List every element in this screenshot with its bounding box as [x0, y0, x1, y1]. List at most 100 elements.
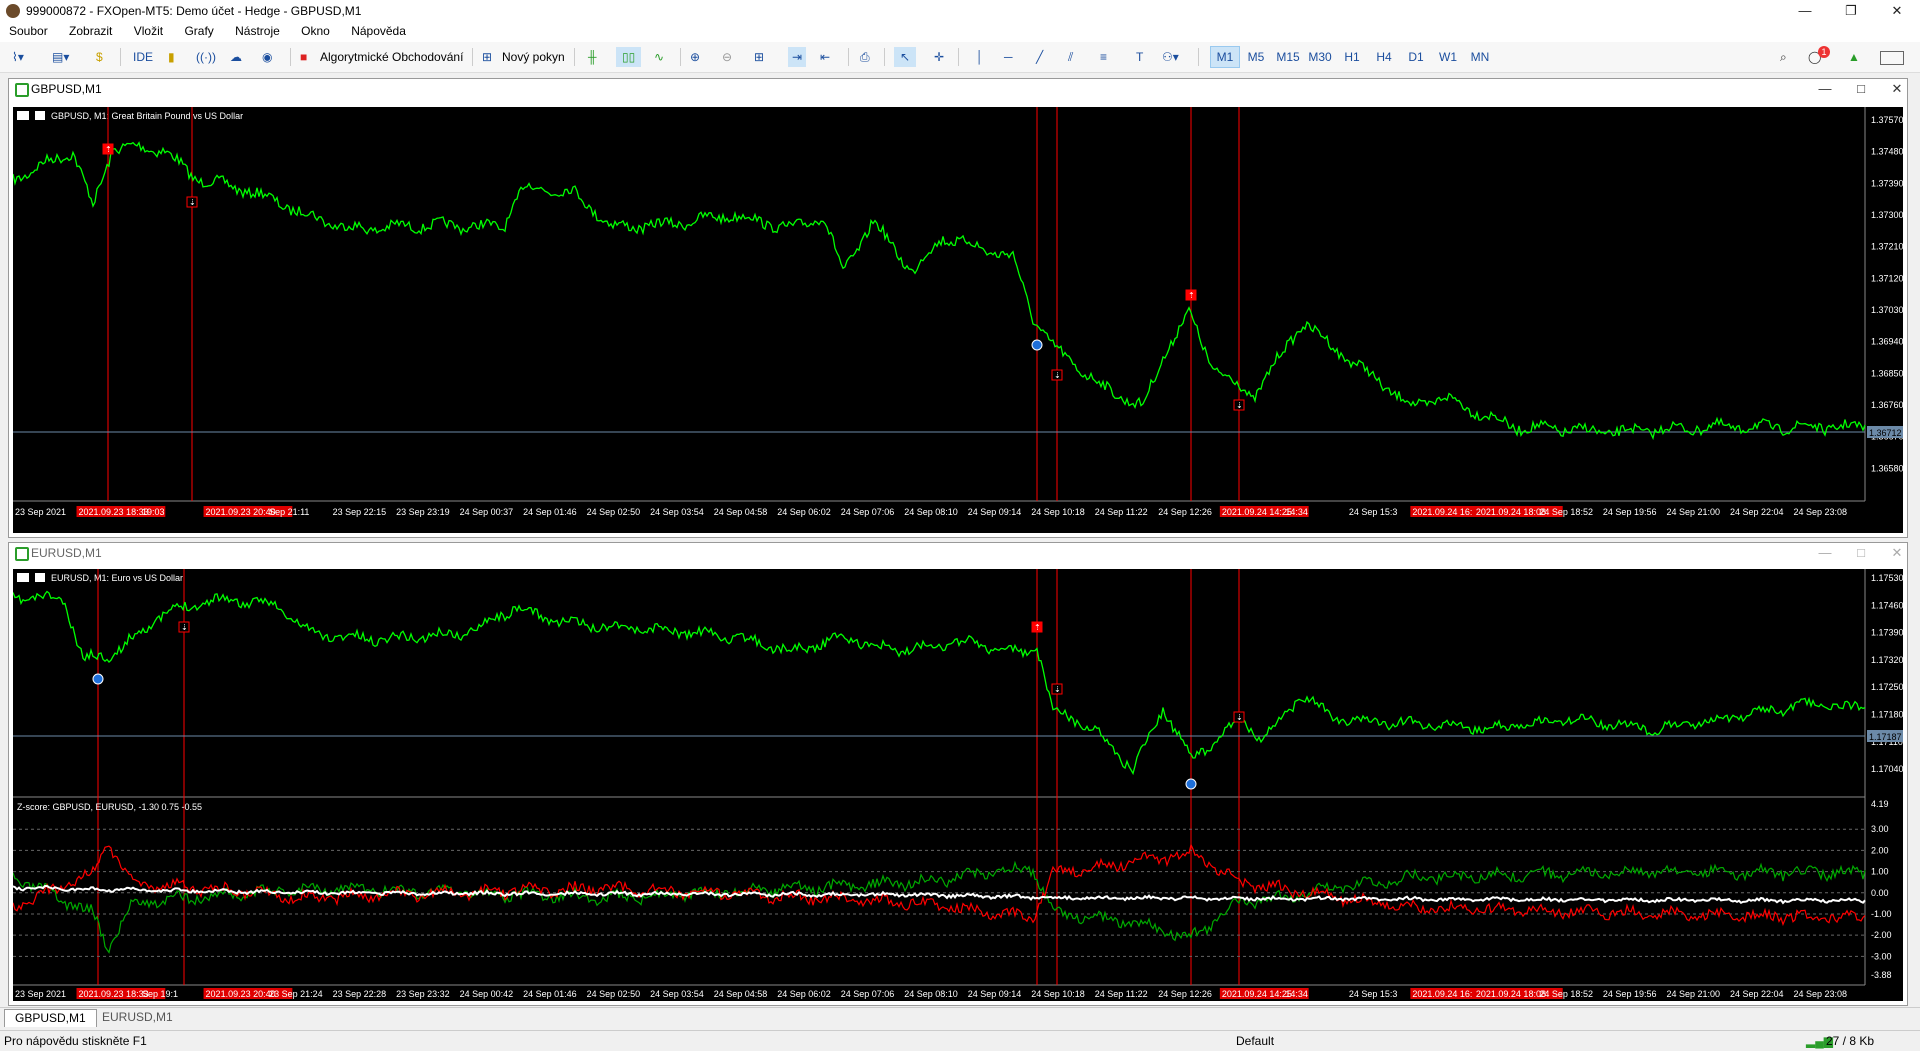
- signal-strength-icon[interactable]: ▲: [1848, 47, 1860, 67]
- candle-chart-icon[interactable]: ▯▯: [616, 47, 642, 67]
- price-axis-label: 1.37030: [1871, 305, 1903, 315]
- time-axis-label: Sep 19:1: [142, 989, 178, 999]
- tf-m5[interactable]: M5: [1242, 47, 1270, 67]
- chart-minimize-button[interactable]: —: [1815, 545, 1835, 560]
- new-chart-icon[interactable]: ⌇▾: [12, 47, 24, 67]
- profiles-icon[interactable]: ▤▾: [52, 47, 69, 67]
- chart-maximize-button[interactable]: □: [1851, 545, 1871, 560]
- chart-maximize-button[interactable]: □: [1851, 81, 1871, 96]
- time-axis-label: 24 Sep 02:50: [587, 507, 641, 517]
- time-axis-label: 2021.09.24 14:25: [1222, 507, 1292, 517]
- time-axis-label: 24 Sep 22:04: [1730, 989, 1784, 999]
- time-axis-label: 23 Sep 2021: [15, 989, 66, 999]
- tf-m15[interactable]: M15: [1274, 47, 1302, 67]
- chart-window-gbpusd: GBPUSD,M1 — □ ✕ GBPUSD, M1: Great Britai…: [8, 78, 1908, 538]
- price-axis-label: 1.37570: [1871, 115, 1903, 125]
- menu-view[interactable]: Zobrazit: [60, 22, 121, 38]
- screenshot-icon[interactable]: ⎙: [860, 47, 870, 67]
- indicator-axis-label: 4.19: [1871, 799, 1889, 809]
- minimize-button[interactable]: —: [1782, 0, 1828, 22]
- trade-marker-buy: [1031, 339, 1043, 351]
- time-axis-label: 24 Sep 06:02: [777, 989, 831, 999]
- trade-marker-buy: [92, 673, 104, 685]
- chart-window-eurusd: EURUSD,M1 — □ ✕ EURUSD, M1: Euro vs US D…: [8, 542, 1908, 1006]
- tile-windows-icon[interactable]: ⊞: [754, 47, 764, 67]
- chart-window-header: GBPUSD,M1 — □ ✕: [9, 79, 1907, 99]
- time-axis-label: 24 Sep 07:06: [841, 507, 895, 517]
- tab-gbpusd[interactable]: GBPUSD,M1: [4, 1009, 97, 1027]
- bar-chart-icon[interactable]: ╫: [588, 47, 597, 67]
- time-axis-label: 14:34: [1285, 989, 1308, 999]
- time-axis-label: 2021.09.24 16:: [1412, 507, 1472, 517]
- trade-marker-icon: ⇣: [189, 198, 196, 207]
- channel-icon[interactable]: ⫽: [1068, 47, 1073, 67]
- algo-stop-icon[interactable]: ■: [300, 47, 307, 67]
- tab-eurusd[interactable]: EURUSD,M1: [92, 1009, 183, 1026]
- current-price-label: 1.36712: [1869, 428, 1902, 438]
- chart-close-button[interactable]: ✕: [1887, 545, 1907, 561]
- time-axis-label: 23 Sep 23:32: [396, 989, 450, 999]
- tf-mn[interactable]: MN: [1466, 47, 1494, 67]
- fibonacci-icon[interactable]: ≡: [1100, 47, 1107, 67]
- price-axis-label: 1.37480: [1871, 147, 1903, 157]
- signal-icon[interactable]: ((·)): [196, 47, 216, 67]
- tf-h4[interactable]: H4: [1370, 47, 1398, 67]
- time-axis-label: 24 Sep 01:46: [523, 507, 577, 517]
- time-axis-label: 23 Sep 2021: [15, 507, 66, 517]
- time-axis-label: 24 Sep 10:18: [1031, 507, 1085, 517]
- shapes-icon[interactable]: ⚇▾: [1162, 47, 1179, 67]
- tf-h1[interactable]: H1: [1338, 47, 1366, 67]
- symbol-info-icon: [35, 573, 45, 582]
- tf-m30[interactable]: M30: [1306, 47, 1334, 67]
- maximize-button[interactable]: ❐: [1828, 0, 1874, 22]
- trendline-icon[interactable]: ╱: [1036, 47, 1043, 67]
- menu-charts[interactable]: Grafy: [175, 22, 222, 38]
- horizontal-line-icon[interactable]: ─: [1004, 47, 1013, 67]
- algo-trading-button[interactable]: Algorytmické Obchodování: [320, 47, 463, 67]
- time-axis-label: 24 Sep 23:08: [1793, 989, 1847, 999]
- text-icon[interactable]: T: [1136, 47, 1143, 67]
- status-profile: Default: [1236, 1034, 1275, 1048]
- autoscroll-icon[interactable]: ⇥: [788, 47, 807, 67]
- chart-area-eurusd[interactable]: EURUSD, M1: Euro vs US Dollar 1.17530 1.17…: [13, 569, 1903, 1001]
- market-icon[interactable]: $: [96, 47, 103, 67]
- menu-window[interactable]: Okno: [292, 22, 339, 38]
- chart-close-button[interactable]: ✕: [1887, 81, 1907, 97]
- time-axis-label: 23 Sep 23:19: [396, 507, 450, 517]
- menu-insert[interactable]: Vložit: [125, 22, 172, 38]
- tf-w1[interactable]: W1: [1434, 47, 1462, 67]
- menu-tools[interactable]: Nástroje: [226, 22, 289, 38]
- line-chart-icon[interactable]: ∿: [654, 47, 664, 67]
- crosshair-icon[interactable]: ✛: [934, 47, 944, 67]
- menu-help[interactable]: Nápověda: [342, 22, 415, 38]
- chart-shift-icon[interactable]: ⇤: [820, 47, 830, 67]
- ide-button[interactable]: IDE: [133, 47, 153, 67]
- lock-icon[interactable]: ▮: [168, 47, 175, 67]
- trade-marker-buy: [1185, 778, 1197, 790]
- time-axis-label: 24 Sep 10:18: [1031, 989, 1085, 999]
- price-axis-label: 1.36580: [1871, 463, 1903, 473]
- title-bar: 999000872 - FXOpen-MT5: Demo účet - Hedg…: [0, 0, 1920, 22]
- price-axis-label: 1.37390: [1871, 178, 1903, 188]
- price-chart-eurusd[interactable]: EURUSD, M1: Euro vs US Dollar 1.17530 1.17…: [13, 569, 1903, 1001]
- price-chart-gbpusd[interactable]: GBPUSD, M1: Great Britain Pound vs US Do…: [13, 107, 1903, 533]
- tf-m1[interactable]: M1: [1210, 46, 1240, 68]
- indicator-axis-label: -2.00: [1871, 930, 1892, 940]
- tf-d1[interactable]: D1: [1402, 47, 1430, 67]
- chart-area-gbpusd[interactable]: GBPUSD, M1: Great Britain Pound vs US Do…: [13, 107, 1903, 533]
- vertical-line-icon[interactable]: │: [976, 47, 984, 67]
- price-axis-label: 1.17180: [1871, 710, 1903, 720]
- cloud-icon[interactable]: ☁: [230, 47, 242, 67]
- zoom-in-icon[interactable]: ⊕: [690, 47, 700, 67]
- search-icon[interactable]: ⌕: [1780, 47, 1787, 67]
- time-axis-label: 24 Sep 18:52: [1539, 507, 1593, 517]
- menu-file[interactable]: Soubor: [0, 22, 57, 38]
- new-order-button[interactable]: Nový pokyn: [502, 47, 565, 67]
- new-order-icon[interactable]: ⊞: [482, 47, 492, 67]
- zoom-out-icon[interactable]: ⊖: [722, 47, 732, 67]
- chart-minimize-button[interactable]: —: [1815, 81, 1835, 96]
- close-button[interactable]: ✕: [1874, 0, 1920, 22]
- vps-icon[interactable]: ◉: [262, 47, 272, 67]
- cursor-icon[interactable]: ↖: [894, 47, 917, 67]
- app-icon: [6, 4, 20, 18]
